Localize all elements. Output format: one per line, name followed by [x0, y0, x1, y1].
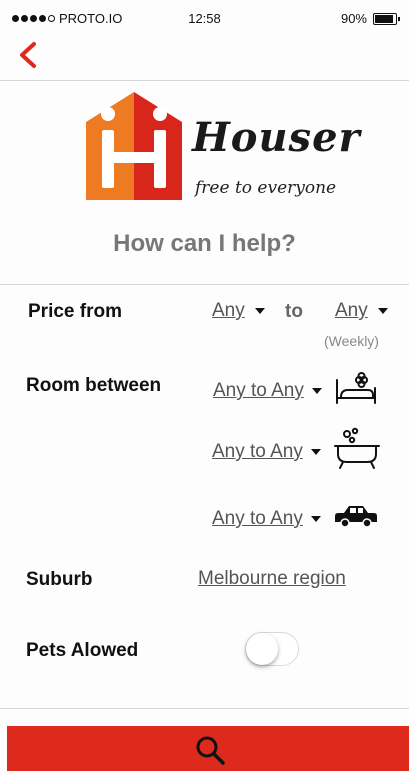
bed-icon	[336, 372, 376, 404]
suburb-selector[interactable]: Melbourne region	[198, 568, 346, 590]
toggle-knob	[246, 633, 278, 665]
caret-down-icon	[377, 308, 388, 314]
bedroom-range-dropdown[interactable]: Any to Any	[213, 380, 322, 402]
car-icon	[335, 506, 377, 528]
suburb-label: Suburb	[26, 569, 93, 590]
page-heading: How can I help?	[113, 230, 296, 257]
pets-toggle[interactable]	[245, 632, 299, 666]
price-label: Price from	[28, 301, 122, 322]
room-label: Room between	[26, 375, 162, 396]
price-period-note: (Weekly)	[324, 333, 379, 349]
price-to-value: Any	[335, 300, 368, 321]
parking-range-value: Any to Any	[212, 508, 303, 529]
bathtub-icon	[334, 427, 380, 469]
brand-tagline: free to everyone	[195, 178, 337, 198]
brand-name: Houser	[192, 114, 361, 161]
header-divider	[0, 80, 409, 81]
parking-range-dropdown[interactable]: Any to Any	[212, 508, 321, 530]
bathroom-range-dropdown[interactable]: Any to Any	[212, 441, 321, 463]
footer-divider	[0, 708, 409, 709]
bedroom-range-value: Any to Any	[213, 380, 304, 401]
caret-down-icon	[311, 388, 322, 394]
search-icon	[196, 736, 225, 765]
caret-down-icon	[254, 308, 265, 314]
price-to-label: to	[285, 301, 303, 322]
battery-icon	[373, 12, 400, 25]
caret-down-icon	[310, 516, 321, 522]
battery-indicator: 90%	[340, 11, 400, 26]
status-bar: PROTO.IO 12:58 90%	[0, 0, 409, 36]
heading-divider	[0, 284, 409, 285]
price-to-dropdown[interactable]: Any	[335, 300, 388, 322]
bathroom-range-value: Any to Any	[212, 441, 303, 462]
price-from-dropdown[interactable]: Any	[212, 300, 265, 322]
search-button[interactable]	[7, 726, 409, 771]
chevron-left-icon	[20, 42, 36, 68]
back-button[interactable]	[14, 38, 44, 72]
price-from-value: Any	[212, 300, 245, 321]
battery-percent: 90%	[340, 11, 367, 26]
houser-logo-mark	[86, 92, 182, 200]
caret-down-icon	[310, 449, 321, 455]
pets-label: Pets Alowed	[26, 640, 139, 661]
